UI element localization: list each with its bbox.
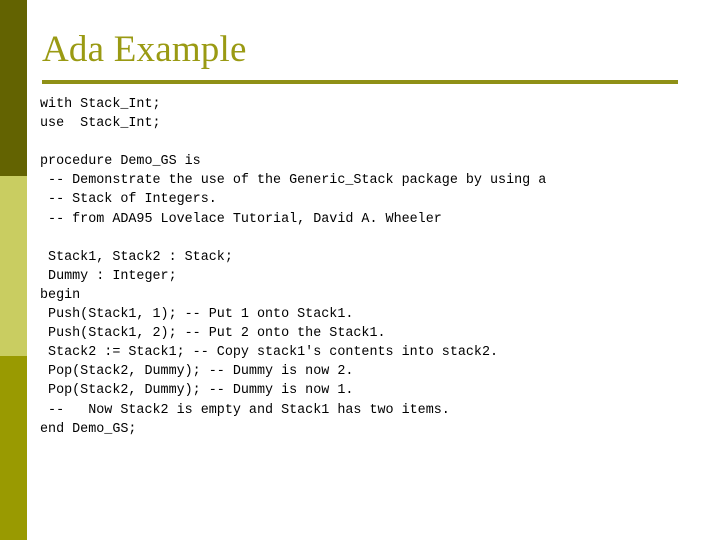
code-line: use Stack_Int;	[40, 116, 161, 132]
code-line: Push(Stack1, 2); -- Put 2 onto the Stack…	[40, 326, 386, 342]
code-line: Stack1, Stack2 : Stack;	[40, 249, 233, 265]
sidebar-band-bottom	[0, 356, 27, 540]
code-line: begin	[40, 287, 81, 303]
code-line: Pop(Stack2, Dummy); -- Dummy is now 1.	[40, 383, 354, 399]
code-line: -- Stack of Integers.	[40, 192, 217, 208]
decorative-sidebar	[0, 0, 27, 540]
code-line: procedure Demo_GS is	[40, 154, 201, 170]
code-line: with Stack_Int;	[40, 97, 161, 112]
code-line: Dummy : Integer;	[40, 268, 177, 284]
code-block: with Stack_Int;use Stack_Int; procedure …	[40, 95, 700, 439]
code-line: -- Demonstrate the use of the Generic_St…	[40, 173, 547, 189]
code-line: Stack2 := Stack1; -- Copy stack1's conte…	[40, 345, 499, 361]
code-line: -- from ADA95 Lovelace Tutorial, David A…	[40, 211, 442, 227]
title-underline-rule	[42, 80, 678, 84]
sidebar-band-top	[0, 0, 27, 176]
code-line: Push(Stack1, 1); -- Put 1 onto Stack1.	[40, 307, 354, 323]
slide-title: Ada Example	[42, 29, 247, 70]
code-line: end Demo_GS;	[40, 421, 137, 437]
code-line: Pop(Stack2, Dummy); -- Dummy is now 2.	[40, 364, 354, 380]
sidebar-band-middle	[0, 176, 27, 356]
code-line: -- Now Stack2 is empty and Stack1 has tw…	[40, 402, 450, 418]
slide: Ada Example with Stack_Int;use Stack_Int…	[0, 0, 720, 540]
